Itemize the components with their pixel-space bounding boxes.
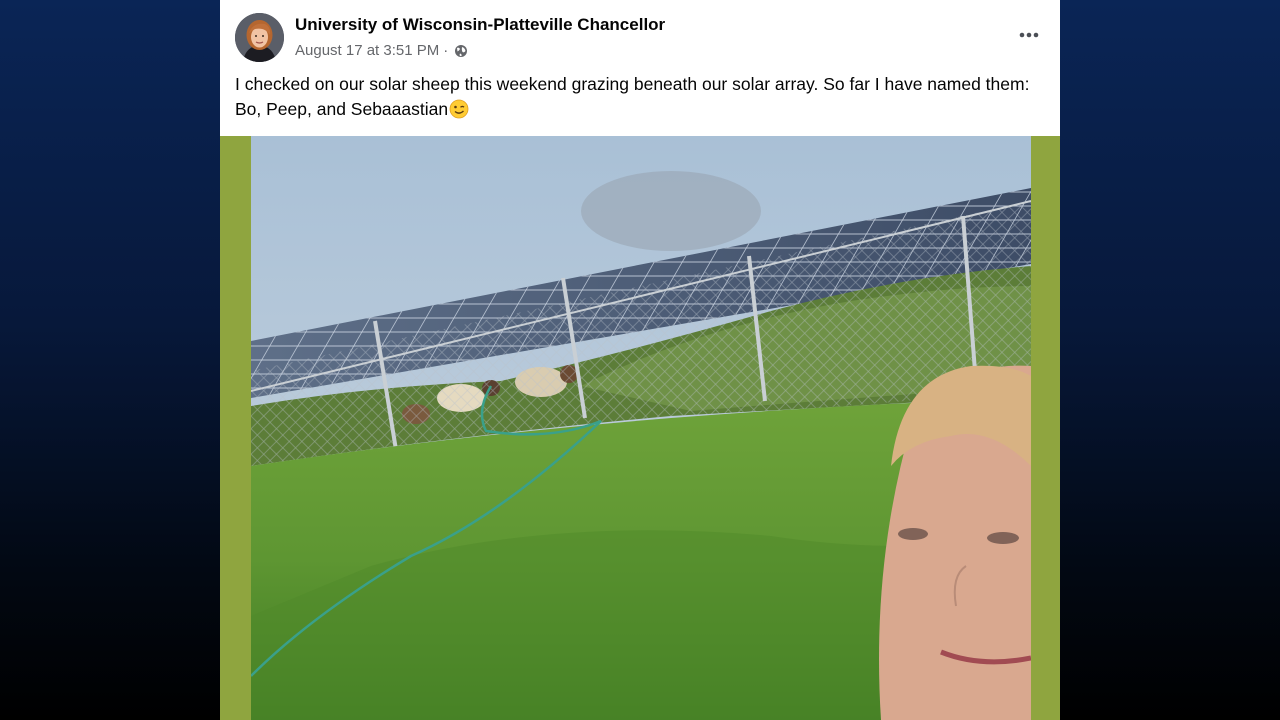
post-meta: August 17 at 3:51 PM · (295, 42, 468, 59)
post-timestamp[interactable]: August 17 at 3:51 PM (295, 42, 439, 59)
author-name[interactable]: University of Wisconsin-Platteville Chan… (295, 15, 665, 35)
post-caption: I checked on our solar sheep this weeken… (235, 72, 1050, 122)
winking-face-emoji (449, 99, 469, 119)
photo-frame (220, 136, 1060, 720)
post-photo[interactable] (251, 136, 1031, 720)
meta-separator: · (443, 42, 449, 59)
globe-icon (454, 44, 468, 58)
facebook-post: University of Wisconsin-Platteville Chan… (220, 0, 1060, 720)
caption-text: I checked on our solar sheep this weeken… (235, 74, 1030, 119)
post-header: University of Wisconsin-Platteville Chan… (220, 0, 1060, 136)
more-options-icon[interactable] (1016, 22, 1042, 48)
author-avatar[interactable] (235, 13, 284, 62)
